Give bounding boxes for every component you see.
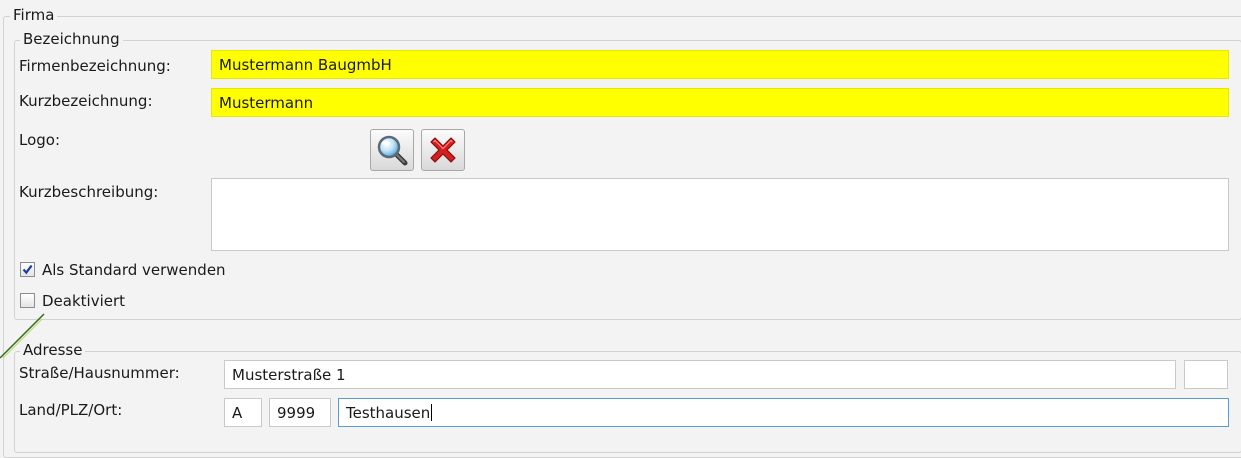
annotation-arrow [0, 313, 45, 359]
ort-input[interactable]: Testhausen [338, 398, 1229, 427]
checkmark-icon [22, 264, 33, 275]
plz-value: 9999 [277, 404, 316, 422]
kurzbezeichnung-input[interactable]: Mustermann [211, 88, 1229, 117]
ort-value: Testhausen [346, 404, 431, 422]
land-input[interactable]: A [224, 398, 262, 427]
bezeichnung-legend: Bezeichnung [20, 30, 123, 48]
plz-input[interactable]: 9999 [269, 398, 331, 427]
firma-legend: Firma [10, 6, 58, 24]
logo-label: Logo: [19, 131, 61, 149]
text-caret [431, 404, 433, 421]
standard-label: Als Standard verwenden [42, 261, 226, 279]
kurzbezeichnung-value: Mustermann [219, 94, 314, 112]
hausnummer-input[interactable] [1184, 360, 1228, 389]
standard-checkbox[interactable] [20, 262, 35, 277]
logo-search-button[interactable] [370, 129, 414, 171]
kurzbeschreibung-label: Kurzbeschreibung: [19, 183, 159, 201]
logo-delete-button[interactable] [421, 129, 465, 171]
firmenbezeichnung-value: Mustermann BaugmbH [219, 56, 392, 74]
red-x-icon [430, 137, 456, 163]
kurzbeschreibung-textarea[interactable] [211, 178, 1229, 251]
magnifier-icon [377, 135, 408, 166]
strasse-input[interactable]: Musterstraße 1 [224, 360, 1176, 389]
firmenbezeichnung-input[interactable]: Mustermann BaugmbH [211, 50, 1229, 79]
firmenbezeichnung-label: Firmenbezeichnung: [19, 57, 171, 75]
strasse-value: Musterstraße 1 [232, 366, 346, 384]
land-value: A [232, 404, 243, 422]
strasse-label: Straße/Hausnummer: [19, 364, 180, 382]
land-plz-ort-label: Land/PLZ/Ort: [19, 401, 123, 419]
kurzbezeichnung-label: Kurzbezeichnung: [19, 92, 153, 110]
